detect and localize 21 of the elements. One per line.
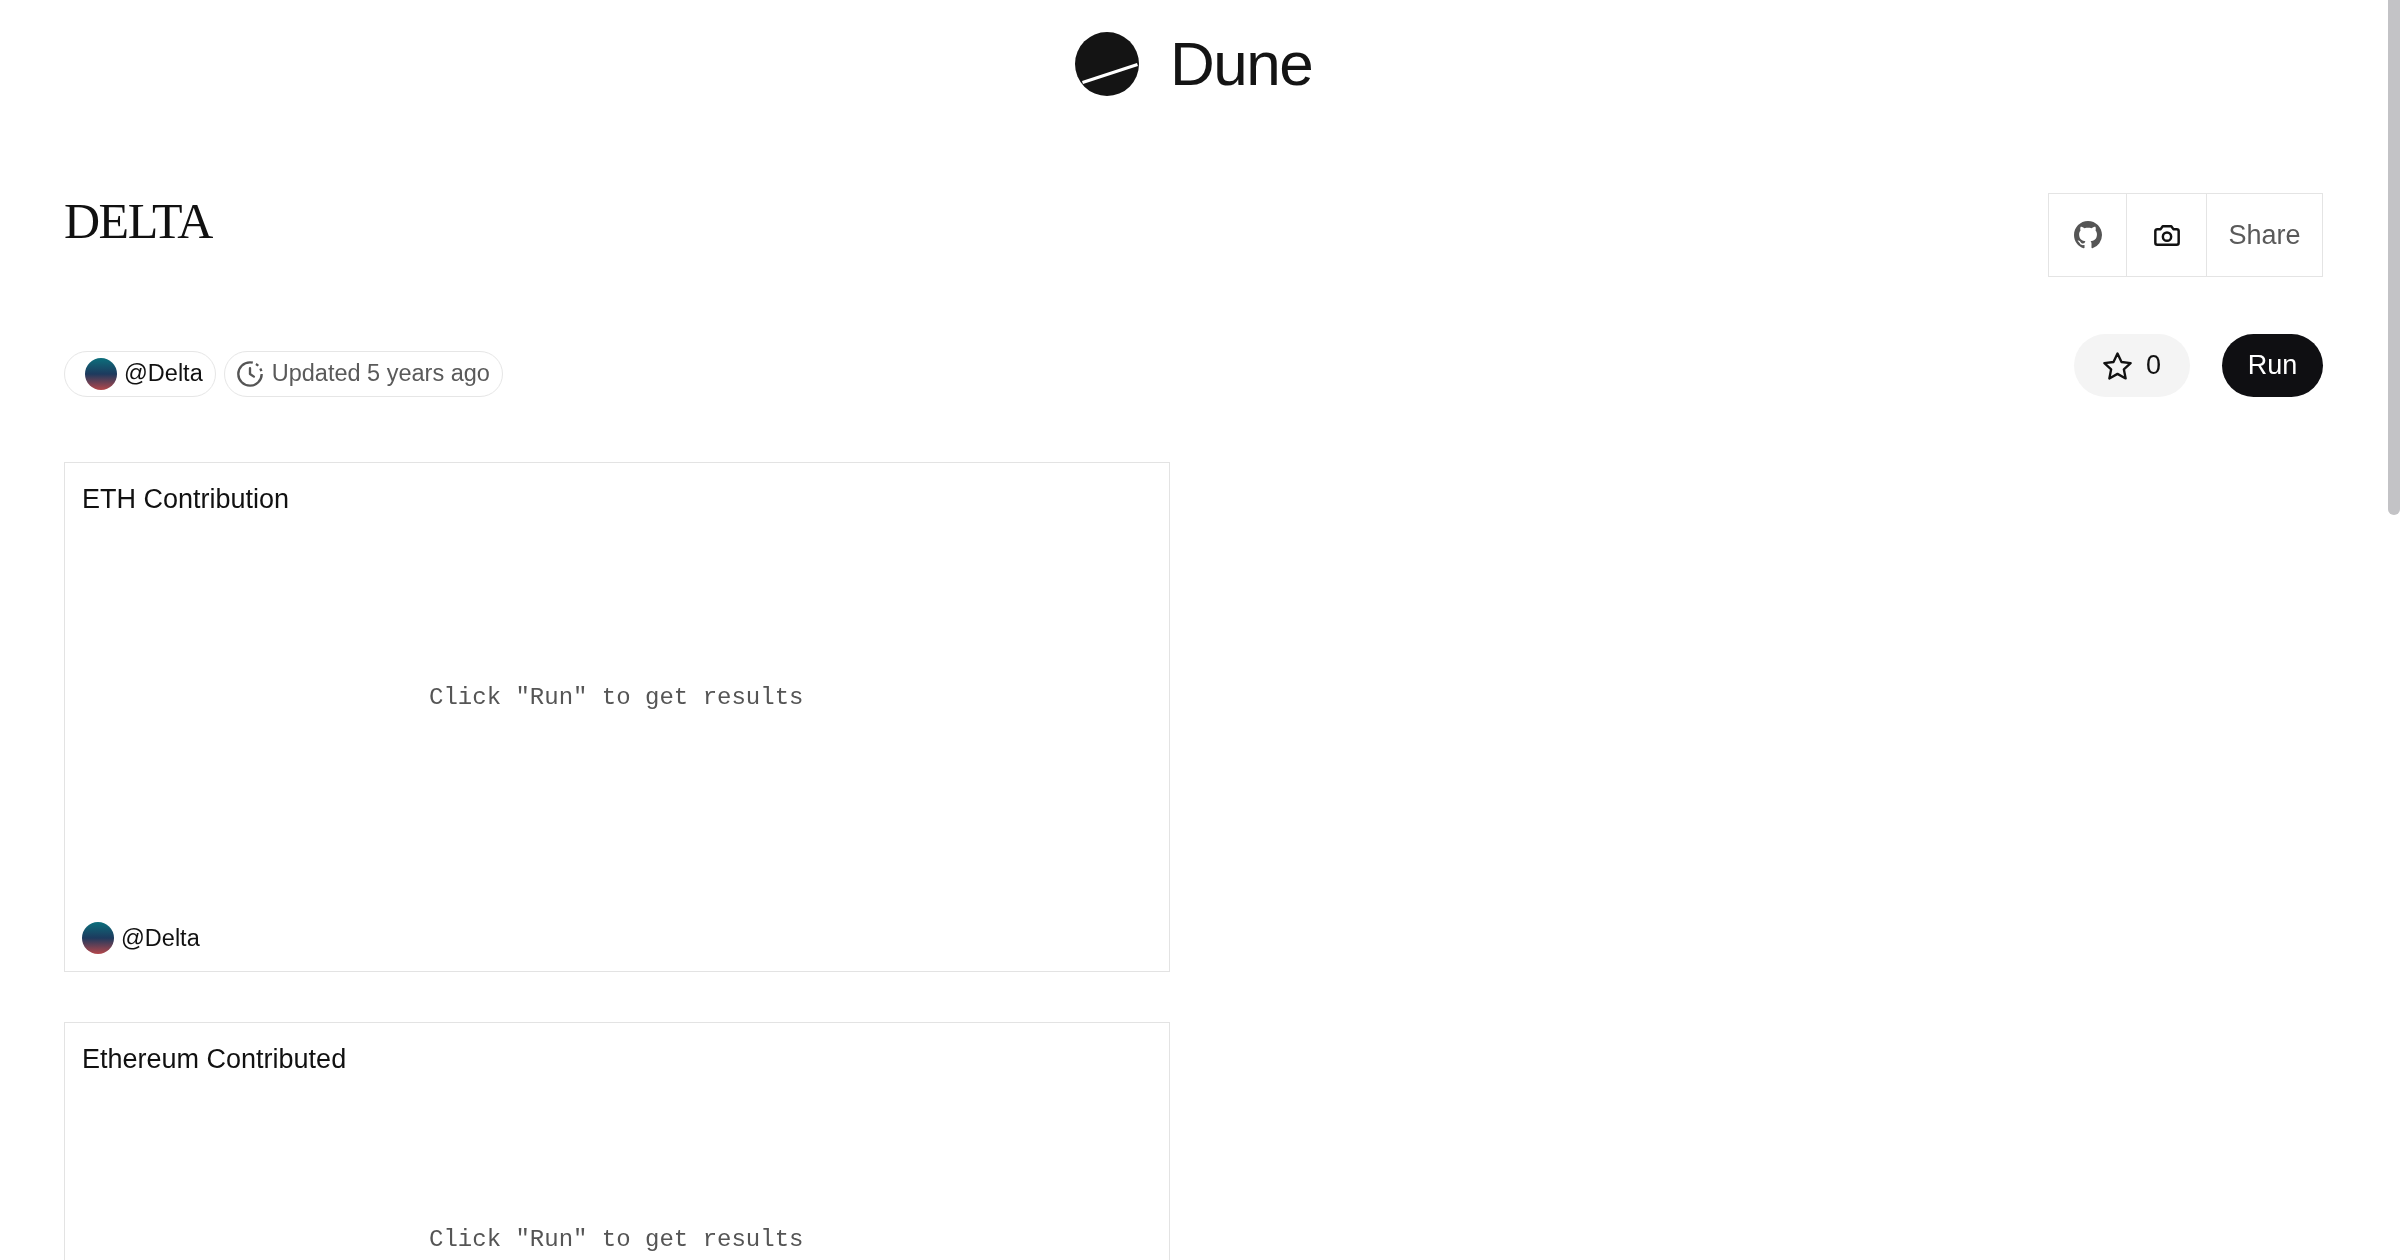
avatar [85,358,117,390]
github-icon [2073,221,2102,249]
star-button[interactable]: 0 [2074,334,2190,397]
brand-name[interactable]: Dune [1169,33,1313,95]
scrollbar-thumb[interactable] [2388,0,2400,515]
updated-text: Updated 5 years ago [271,359,490,389]
owner-link[interactable]: @Delta [64,351,216,397]
author-link[interactable]: @Delta [82,920,200,956]
dashboard-title: DELTA [64,196,212,246]
logo-icon[interactable] [1074,32,1139,96]
github-button[interactable] [2048,193,2127,277]
avatar [82,922,114,955]
camera-icon [2153,224,2180,246]
share-button[interactable]: Share [2207,193,2323,277]
widget-title: Ethereum Contributed [82,1043,348,1075]
widget-title: ETH Contribution [82,483,291,515]
clock-icon [236,361,263,387]
result-message: Click "Run" to get results [429,1225,804,1254]
screenshot-button[interactable] [2127,193,2207,277]
result-message: Click "Run" to get results [429,683,804,713]
run-button[interactable]: Run [2222,334,2323,397]
